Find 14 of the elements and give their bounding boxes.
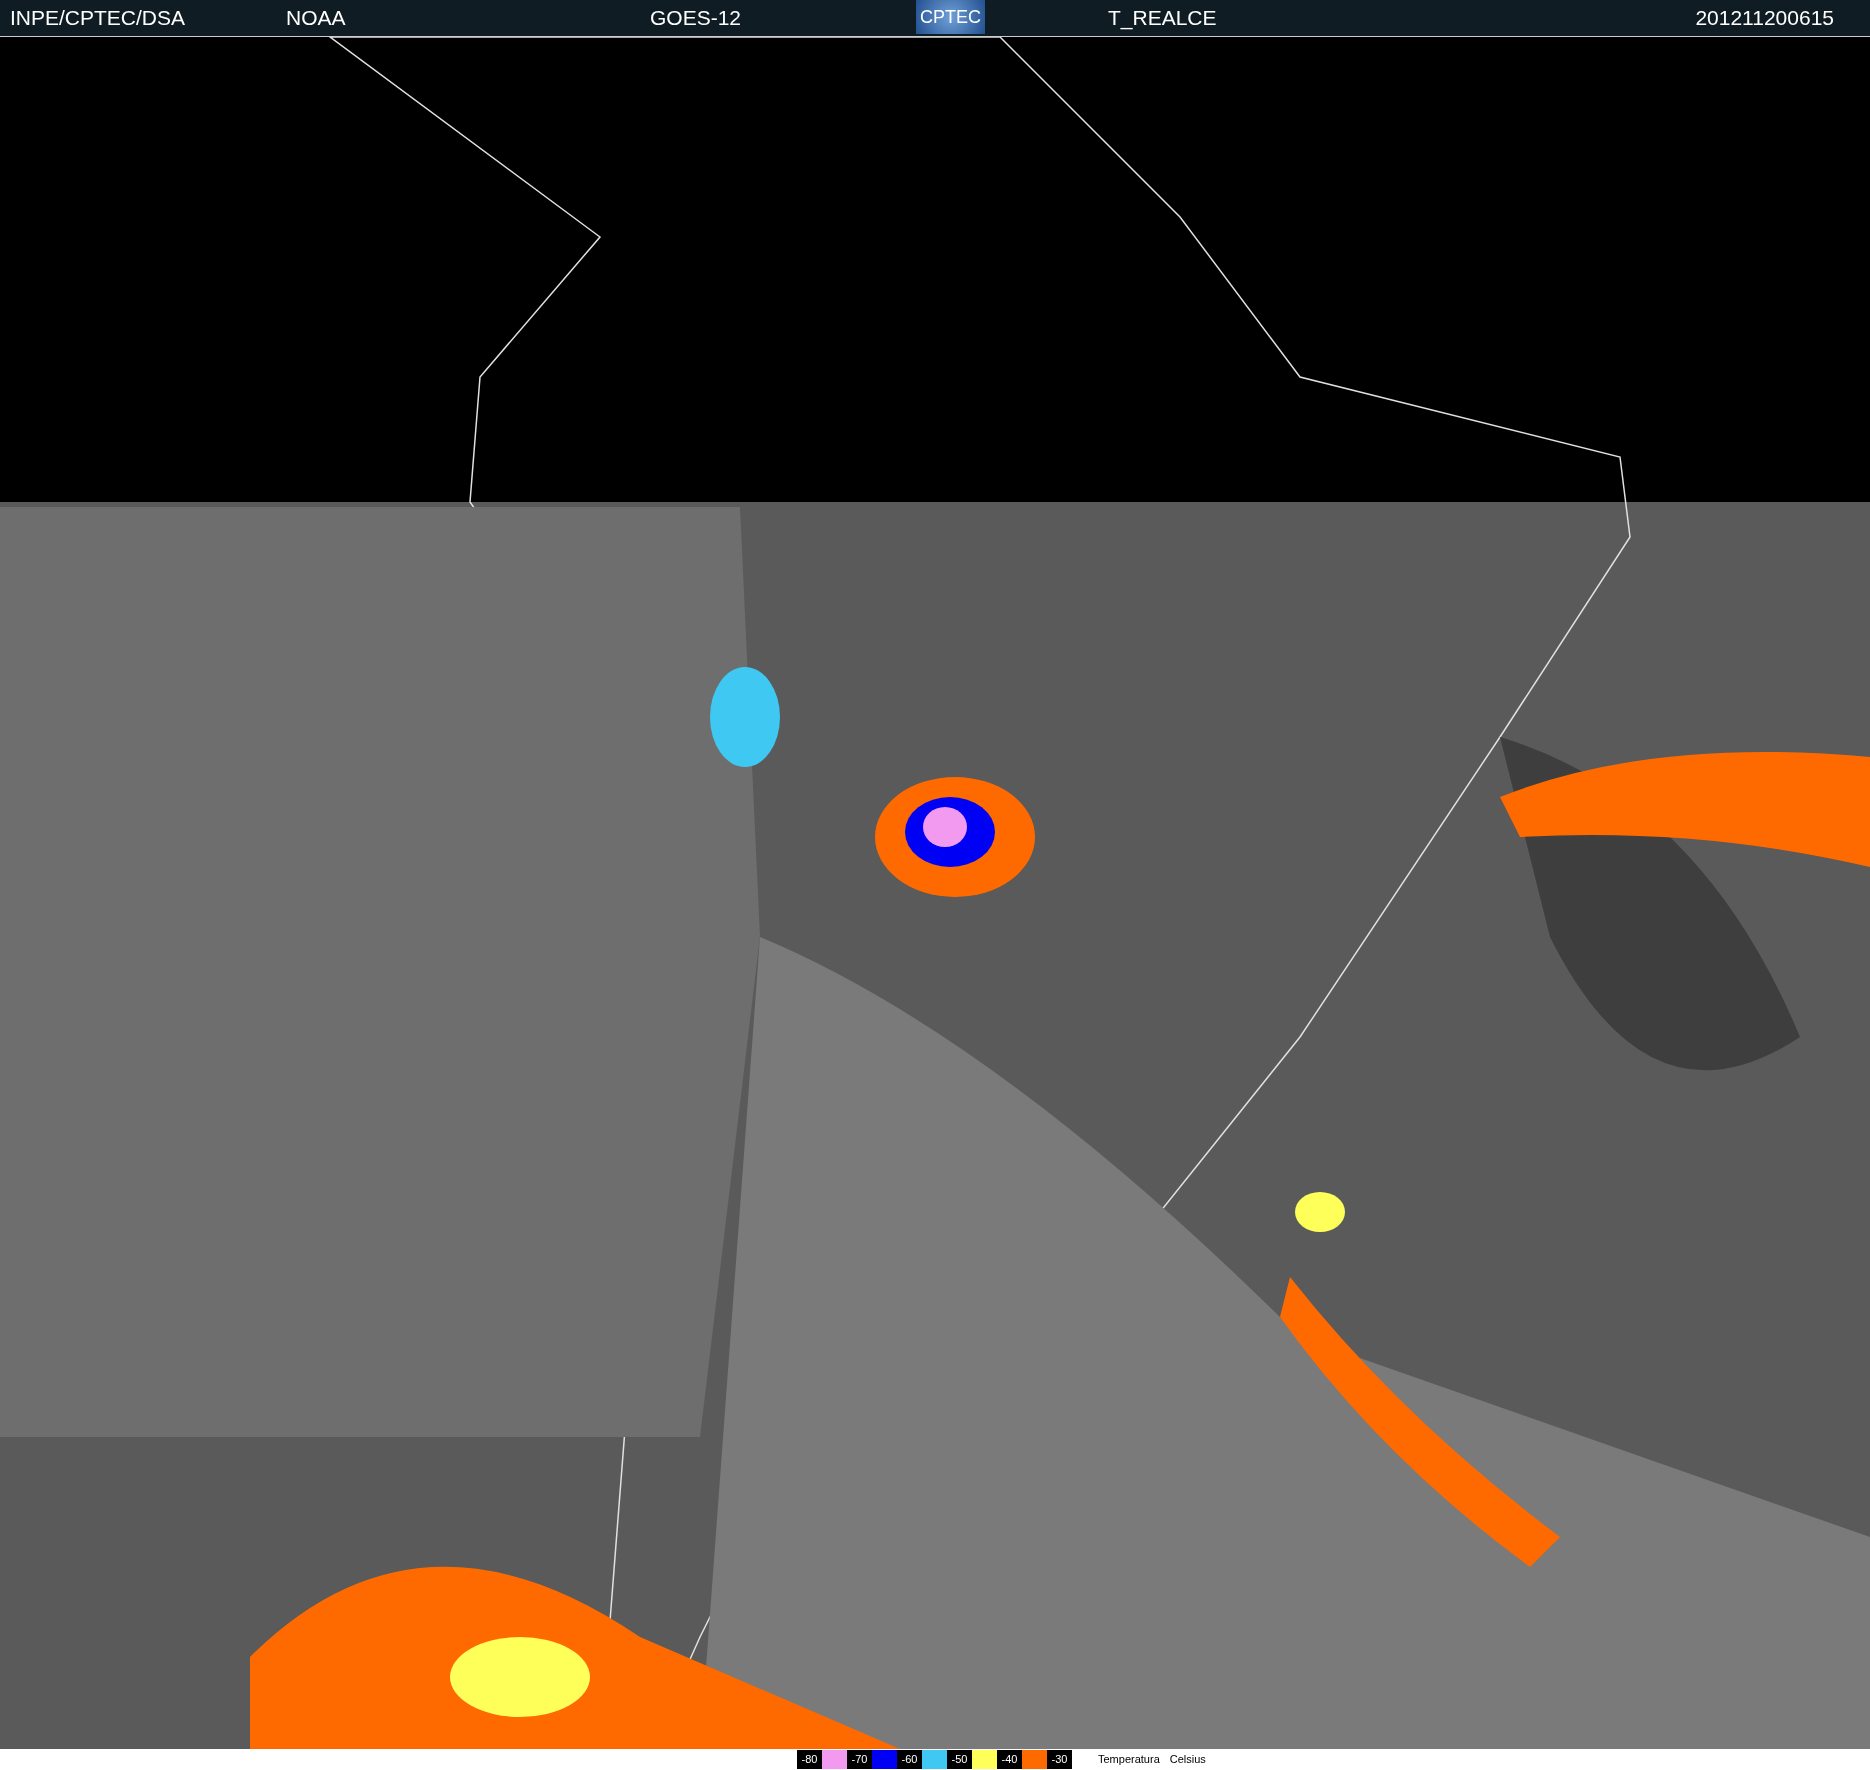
product-label: T_REALCE — [1108, 6, 1217, 30]
timestamp-label: 201211200615 — [1695, 6, 1834, 30]
agency-label: NOAA — [286, 6, 346, 30]
legend-label: -70 — [847, 1750, 872, 1769]
legend-title: Temperatura — [1098, 1752, 1160, 1768]
source-label: INPE/CPTEC/DSA — [10, 6, 186, 30]
legend-unit: Celsius — [1169, 1752, 1206, 1768]
legend-label: -80 — [797, 1750, 822, 1769]
legend-label: -50 — [947, 1750, 972, 1769]
legend-label: -40 — [997, 1750, 1022, 1769]
legend-label: -30 — [1047, 1750, 1072, 1769]
satellite-label: GOES-12 — [650, 6, 742, 30]
logo: CPTEC — [916, 0, 985, 34]
legend-label: -60 — [897, 1750, 922, 1769]
